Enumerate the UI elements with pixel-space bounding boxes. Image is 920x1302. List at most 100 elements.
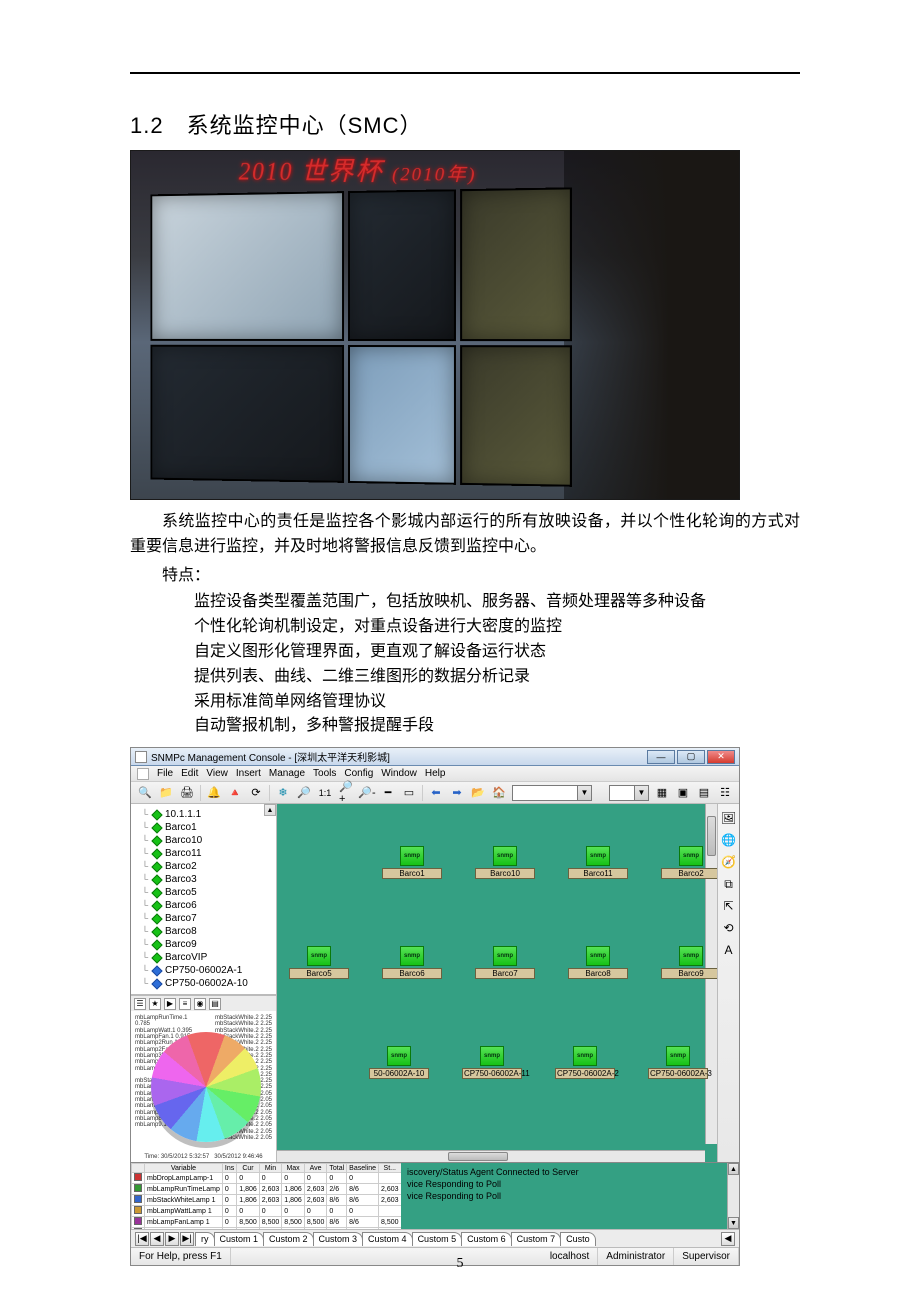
grid-header[interactable] [132, 1164, 145, 1173]
tree-item[interactable]: └CP750-06002A-10 [141, 977, 276, 990]
zoom-out-icon[interactable]: 🔎- [359, 785, 375, 801]
zoom-icon[interactable]: 🔎 [296, 785, 312, 801]
map-node[interactable]: snmpBarco6 [382, 946, 442, 979]
grid-header[interactable]: Baseline [347, 1164, 379, 1173]
menu-insert[interactable]: Insert [236, 768, 261, 779]
menu-help[interactable]: Help [425, 768, 446, 779]
tree-tab-icon[interactable]: ☰ [134, 998, 146, 1010]
view-icon-4[interactable]: ☷ [717, 785, 733, 801]
device-tree[interactable]: ▲ └10.1.1.1 └Barco1 └Barco10 └Barco11 └B… [131, 804, 276, 995]
grid-header[interactable]: Ins [222, 1164, 236, 1173]
map-node[interactable]: snmpBarco11 [568, 846, 628, 879]
menu-edit[interactable]: Edit [181, 768, 198, 779]
tree-tab-icon[interactable]: ◉ [194, 998, 206, 1010]
print-icon[interactable]: 🖨 [179, 785, 195, 801]
toolbar[interactable]: 🔍 📁 🖨 🔔 🔺 ⟳ ❄ 🔎 1:1 🔎+ 🔎- ━ ▭ ⬅ ➡ 📂 🏠 ▼ … [131, 782, 739, 804]
star-icon[interactable]: ❄ [275, 785, 291, 801]
tab-custom-6[interactable]: Custom 6 [461, 1232, 512, 1246]
text-icon[interactable]: A [721, 942, 737, 958]
grid-row[interactable]: mbLampFanLamp 108,5008,5008,5008,5008/68… [132, 1217, 402, 1228]
tree-item[interactable]: └Barco7 [141, 912, 276, 925]
tree-item[interactable]: └Barco5 [141, 886, 276, 899]
menu-view[interactable]: View [206, 768, 228, 779]
arrange-icon[interactable]: ⧉ [721, 876, 737, 892]
tab-custom-5[interactable]: Custom 5 [412, 1232, 463, 1246]
menu-tools[interactable]: Tools [313, 768, 336, 779]
pie-chart-panel[interactable]: mbLampRunTime.1 0.785mbLampWatt.1 0.395m… [131, 1011, 276, 1162]
close-button[interactable]: ✕ [707, 750, 735, 764]
map-node[interactable]: snmpBarco8 [568, 946, 628, 979]
chevron-down-icon[interactable]: ▼ [634, 786, 648, 800]
grid-header[interactable]: Variable [145, 1164, 223, 1173]
toolbar-combo-1[interactable]: ▼ [512, 785, 592, 801]
tree-tabs[interactable]: ☰ ★ ▶ ≡ ◉ ▤ [131, 995, 276, 1011]
tree-item[interactable]: └Barco3 [141, 873, 276, 886]
back-icon[interactable]: ⬅ [428, 785, 444, 801]
alarm-icon[interactable]: 🔔 [206, 785, 222, 801]
tab-nav-next[interactable]: ▶ [165, 1232, 179, 1246]
grid-header[interactable]: Max [282, 1164, 305, 1173]
audio-icon[interactable]: 🔺 [227, 785, 243, 801]
tree-tab-icon[interactable]: ★ [149, 998, 161, 1010]
rect-tool-icon[interactable]: ▭ [401, 785, 417, 801]
grid-header[interactable]: Min [259, 1164, 282, 1173]
tab-scroll-icon[interactable]: ◀ [721, 1232, 735, 1246]
titlebar[interactable]: SNMPc Management Console - [深圳太平洋天利影城] —… [131, 748, 739, 766]
refresh-icon[interactable]: ⟳ [248, 785, 264, 801]
expand-icon[interactable]: ⇱ [721, 898, 737, 914]
toolbar-combo-2[interactable]: ▼ [609, 785, 649, 801]
tree-item[interactable]: └10.1.1.1 [141, 808, 276, 821]
tab-custom-4[interactable]: Custom 4 [362, 1232, 413, 1246]
map-node[interactable]: snmpBarco7 [475, 946, 535, 979]
find-icon[interactable]: 🔍 [137, 785, 153, 801]
view-icon-2[interactable]: ▣ [675, 785, 691, 801]
map-node[interactable]: snmpCP750-06002A-3 [648, 1046, 708, 1079]
tree-tab-icon[interactable]: ▤ [209, 998, 221, 1010]
scroll-up-icon[interactable]: ▲ [728, 1163, 739, 1175]
tree-item[interactable]: └Barco9 [141, 938, 276, 951]
chevron-down-icon[interactable]: ▼ [577, 786, 591, 800]
menu-manage[interactable]: Manage [269, 768, 305, 779]
zoom-in-icon[interactable]: 🔎+ [338, 785, 354, 801]
tab-custom-8[interactable]: Custo [560, 1232, 596, 1246]
map-node[interactable]: snmpBarco9 [661, 946, 717, 979]
tab-history[interactable]: ry [195, 1232, 215, 1246]
rotate-icon[interactable]: ⟲ [721, 920, 737, 936]
grid-row[interactable]: mbLampWattLamp 10000000 [132, 1206, 402, 1217]
map-node[interactable]: snmp50-06002A-10 [369, 1046, 429, 1079]
event-log[interactable]: iscovery/Status Agent Connected to Serve… [401, 1163, 739, 1229]
map-node[interactable]: snmpCP750-06002A-11 [462, 1046, 522, 1079]
grid-row[interactable]: mbStackWhiteLamp 101,8062,6031,8062,6038… [132, 1195, 402, 1206]
menu-file[interactable]: File [157, 768, 173, 779]
grid-header[interactable]: Ave [304, 1164, 327, 1173]
data-grid[interactable]: Variable Ins Cur Min Max Ave Total Basel… [131, 1163, 401, 1229]
horizontal-scrollbar[interactable] [277, 1150, 705, 1162]
scroll-thumb[interactable] [448, 1152, 508, 1161]
tree-item[interactable]: └Barco8 [141, 925, 276, 938]
map-node[interactable]: snmpBarco1 [382, 846, 442, 879]
grid-header[interactable]: Cur [237, 1164, 260, 1173]
forward-icon[interactable]: ➡ [449, 785, 465, 801]
zoom-11-button[interactable]: 1:1 [317, 785, 333, 801]
globe-icon[interactable]: 🌐 [721, 832, 737, 848]
menu-window[interactable]: Window [381, 768, 417, 779]
tab-custom-7[interactable]: Custom 7 [511, 1232, 562, 1246]
grid-header[interactable]: Total [327, 1164, 347, 1173]
tree-item[interactable]: └Barco10 [141, 834, 276, 847]
grid-row[interactable]: mbLampRunTimeLamp01,8062,6031,8062,6032/… [132, 1184, 402, 1195]
tree-item[interactable]: └Barco2 [141, 860, 276, 873]
tab-custom-3[interactable]: Custom 3 [313, 1232, 364, 1246]
view-icon-3[interactable]: ▤ [696, 785, 712, 801]
tab-custom-2[interactable]: Custom 2 [263, 1232, 314, 1246]
log-scrollbar[interactable]: ▲ ▼ [727, 1163, 739, 1229]
tree-item[interactable]: └BarcoVIP [141, 951, 276, 964]
scroll-up-icon[interactable]: ▲ [264, 804, 276, 816]
sysmenu-icon[interactable] [137, 768, 149, 780]
view-icon-1[interactable]: ▦ [654, 785, 670, 801]
menu-config[interactable]: Config [344, 768, 373, 779]
open-icon[interactable]: 📁 [158, 785, 174, 801]
home-icon[interactable]: 🏠 [491, 785, 507, 801]
map-node[interactable]: snmpBarco5 [289, 946, 349, 979]
menubar[interactable]: File Edit View Insert Manage Tools Confi… [131, 766, 739, 782]
tab-nav-prev[interactable]: ◀ [150, 1232, 164, 1246]
